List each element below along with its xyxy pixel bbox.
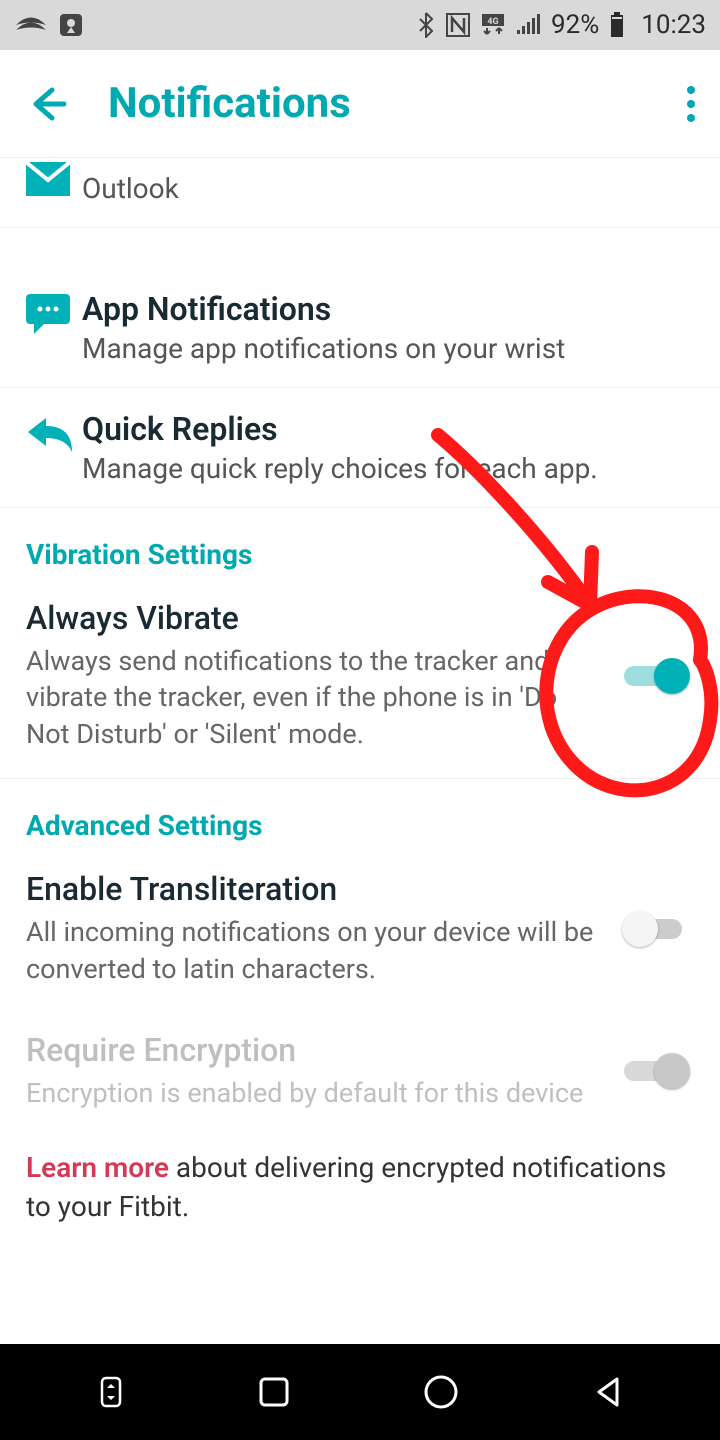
- list-item-quick-replies[interactable]: Quick Replies Manage quick reply choices…: [0, 388, 720, 508]
- learn-more-link[interactable]: Learn more: [26, 1151, 169, 1184]
- battery-icon: [609, 12, 625, 38]
- data-4g-icon: 4G: [481, 13, 505, 37]
- nav-home-button[interactable]: [422, 1373, 460, 1411]
- chat-icon: [26, 294, 82, 334]
- reply-icon: [26, 414, 82, 454]
- list-item-app-notifications[interactable]: App Notifications Manage app notificatio…: [0, 268, 720, 388]
- item-subtitle: Outlook: [82, 172, 694, 205]
- bluetooth-icon: [417, 12, 435, 38]
- clock-time: 10:23: [641, 10, 706, 40]
- list-item-emails[interactable]: Emails Outlook: [0, 158, 720, 228]
- carrier-icon: [14, 14, 48, 36]
- location-icon: [58, 12, 84, 38]
- setting-require-encryption: Require Encryption Encryption is enabled…: [0, 1013, 720, 1137]
- nfc-icon: [445, 12, 471, 38]
- battery-percent: 92%: [551, 10, 599, 40]
- nav-back-button[interactable]: [591, 1375, 625, 1409]
- toggle-transliteration[interactable]: [620, 909, 694, 949]
- section-header-advanced: Advanced Settings: [0, 779, 720, 852]
- setting-desc: Always send notifications to the tracker…: [26, 643, 600, 752]
- more-menu-button[interactable]: [686, 85, 696, 123]
- setting-title: Require Encryption: [26, 1031, 600, 1069]
- setting-transliteration[interactable]: Enable Transliteration All incoming noti…: [0, 852, 720, 1013]
- svg-text:4G: 4G: [487, 17, 498, 27]
- system-nav-bar: [0, 1344, 720, 1440]
- item-subtitle: Manage app notifications on your wrist: [82, 332, 694, 365]
- setting-desc: Encryption is enabled by default for thi…: [26, 1075, 600, 1111]
- status-bar: 4G 92% 10:23: [0, 0, 720, 50]
- setting-title: Always Vibrate: [26, 599, 600, 637]
- item-title: App Notifications: [82, 290, 694, 328]
- section-header-vibration: Vibration Settings: [0, 508, 720, 581]
- toggle-always-vibrate[interactable]: [620, 656, 694, 696]
- toggle-require-encryption: [620, 1051, 694, 1091]
- item-subtitle: Manage quick reply choices for each app.: [82, 452, 694, 485]
- item-title: Quick Replies: [82, 410, 694, 448]
- nav-expand-icon[interactable]: [96, 1374, 126, 1410]
- back-button[interactable]: [24, 82, 68, 126]
- setting-desc: All incoming notifications on your devic…: [26, 914, 600, 987]
- learn-more-text: Learn more about delivering encrypted no…: [0, 1138, 720, 1256]
- setting-always-vibrate[interactable]: Always Vibrate Always send notifications…: [0, 581, 720, 778]
- signal-icon: [515, 14, 541, 36]
- page-title: Notifications: [108, 79, 686, 128]
- setting-title: Enable Transliteration: [26, 870, 600, 908]
- email-icon: [26, 162, 82, 196]
- content-scroll[interactable]: Emails Outlook App Notifications Manage …: [0, 158, 720, 1344]
- nav-recents-button[interactable]: [257, 1375, 291, 1409]
- app-bar: Notifications: [0, 50, 720, 158]
